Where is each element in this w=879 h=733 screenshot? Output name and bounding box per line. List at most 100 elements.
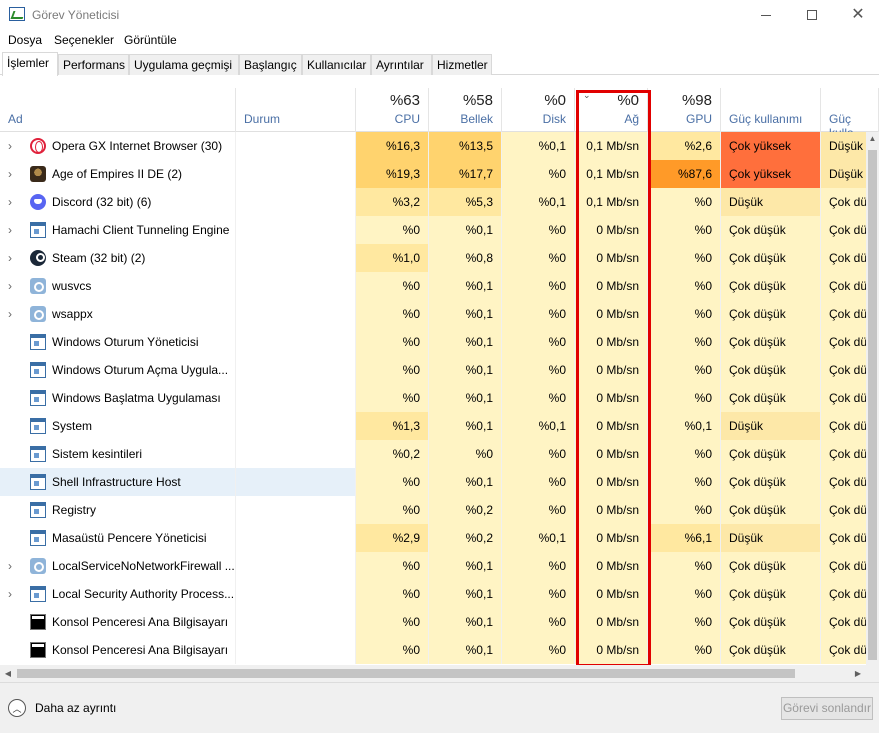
table-row[interactable]: › LocalServiceNoNetworkFirewall ... %0 %0,1… <box>0 552 879 580</box>
tab-services[interactable]: Hizmetler <box>432 54 492 75</box>
table-row[interactable]: Windows Oturum Yöneticisi %0 %0,1 %0 0 Mb/sn… <box>0 328 879 356</box>
chevron-right-icon[interactable]: › <box>8 244 20 272</box>
column-header-power-trend[interactable]: Güç kulla <box>821 88 879 140</box>
chevron-right-icon[interactable]: › <box>8 132 20 160</box>
window-icon <box>30 502 46 518</box>
column-header-disk[interactable]: %0 Disk <box>502 88 575 132</box>
process-name-cell[interactable]: Konsol Penceresi Ana Bilgisayarı <box>0 608 236 636</box>
fewer-details-button[interactable]: ︿ Daha az ayrıntı <box>8 697 116 719</box>
process-name-cell[interactable]: Registry <box>0 496 236 524</box>
process-name-cell[interactable]: Windows Oturum Yöneticisi <box>0 328 236 356</box>
chevron-right-icon[interactable]: › <box>8 300 20 328</box>
disk-cell: %0 <box>502 216 575 244</box>
menu-options[interactable]: Seçenekler <box>54 33 114 47</box>
tab-details[interactable]: Ayrıntılar <box>371 54 432 75</box>
cpu-cell: %0 <box>356 468 429 496</box>
process-name-cell[interactable]: › Opera GX Internet Browser (30) <box>0 132 236 160</box>
process-name-cell[interactable]: Shell Infrastructure Host <box>0 468 236 496</box>
table-row[interactable]: › Age of Empires II DE (2) %19,3 %17,7 %0 0,1… <box>0 160 879 188</box>
chevron-right-icon[interactable]: › <box>8 580 20 608</box>
scroll-left-icon[interactable]: ◀ <box>2 665 14 682</box>
table-row[interactable]: › Local Security Authority Process... %0 %0… <box>0 580 879 608</box>
table-row[interactable]: Masaüstü Pencere Yöneticisi %2,9 %0,2 %0,1 0… <box>0 524 879 552</box>
table-row[interactable]: Shell Infrastructure Host %0 %0,1 %0 0 Mb/sn… <box>0 468 879 496</box>
memory-cell: %0,1 <box>429 412 502 440</box>
disk-cell: %0 <box>502 384 575 412</box>
process-name-cell[interactable]: Masaüstü Pencere Yöneticisi <box>0 524 236 552</box>
column-header-name[interactable]: Ad <box>0 88 236 132</box>
column-header-status[interactable]: Durum <box>236 88 356 132</box>
table-row[interactable]: › Opera GX Internet Browser (30) %16,3 %13,… <box>0 132 879 160</box>
process-name-cell[interactable]: Windows Başlatma Uygulaması <box>0 384 236 412</box>
process-name: Opera GX Internet Browser (30) <box>52 139 223 153</box>
process-name-cell[interactable]: › wusvcs <box>0 272 236 300</box>
process-name-cell[interactable]: Konsol Penceresi Ana Bilgisayarı <box>0 636 236 664</box>
table-row[interactable]: System %1,3 %0,1 %0,1 0 Mb/sn %0,1 Düşük Çok dü <box>0 412 879 440</box>
process-status-cell <box>236 496 356 524</box>
process-name-cell[interactable]: › wsappx <box>0 300 236 328</box>
table-row[interactable]: › Steam (32 bit) (2) %1,0 %0,8 %0 0 Mb/sn %0 Ço… <box>0 244 879 272</box>
column-header-power[interactable]: Güç kullanımı <box>721 88 821 132</box>
chevron-right-icon[interactable]: › <box>8 272 20 300</box>
vertical-scrollbar[interactable]: ▲ <box>866 132 879 665</box>
chevron-right-icon[interactable]: › <box>8 160 20 188</box>
opera-icon <box>30 138 46 154</box>
process-name-cell[interactable]: › Discord (32 bit) (6) <box>0 188 236 216</box>
close-button[interactable]: ✕ <box>835 0 879 30</box>
process-name-cell[interactable]: System <box>0 412 236 440</box>
gpu-cell: %0 <box>648 440 721 468</box>
power-usage-cell: Çok düşük <box>721 356 821 384</box>
process-name-cell[interactable]: › Age of Empires II DE (2) <box>0 160 236 188</box>
table-row[interactable]: › Discord (32 bit) (6) %3,2 %5,3 %0,1 0,1 Mb/… <box>0 188 879 216</box>
table-row[interactable]: Konsol Penceresi Ana Bilgisayarı %0 %0,1 %0… <box>0 608 879 636</box>
memory-cell: %0,1 <box>429 216 502 244</box>
table-row[interactable]: Registry %0 %0,2 %0 0 Mb/sn %0 Çok düşük Çok dü <box>0 496 879 524</box>
gear-icon <box>30 558 46 574</box>
vertical-scrollbar-thumb[interactable] <box>868 150 877 660</box>
table-row[interactable]: Windows Başlatma Uygulaması %0 %0,1 %0 0 Mb/… <box>0 384 879 412</box>
process-name-cell[interactable]: › Local Security Authority Process... <box>0 580 236 608</box>
console-icon <box>30 614 46 630</box>
menu-file[interactable]: Dosya <box>8 33 42 47</box>
process-status-cell <box>236 440 356 468</box>
horizontal-scrollbar[interactable]: ◀ ▶ <box>0 665 879 682</box>
maximize-button[interactable] <box>789 0 835 30</box>
memory-cell: %0,2 <box>429 496 502 524</box>
menu-view[interactable]: Görüntüle <box>124 33 177 47</box>
horizontal-scrollbar-thumb[interactable] <box>17 669 795 678</box>
sort-descending-icon: ⌄ <box>583 90 591 100</box>
disk-cell: %0,1 <box>502 132 575 160</box>
memory-cell: %0,1 <box>429 552 502 580</box>
column-header-cpu[interactable]: %63 CPU <box>356 88 429 132</box>
tab-processes[interactable]: İşlemler <box>2 52 58 76</box>
scroll-right-icon[interactable]: ▶ <box>852 665 864 682</box>
table-row[interactable]: Sistem kesintileri %0,2 %0 %0 0 Mb/sn %0 Çok d… <box>0 440 879 468</box>
table-row[interactable]: › Hamachi Client Tunneling Engine %0 %0,1 %0… <box>0 216 879 244</box>
chevron-right-icon[interactable]: › <box>8 216 20 244</box>
tab-performance[interactable]: Performans <box>58 54 129 75</box>
table-row[interactable]: › wusvcs %0 %0,1 %0 0 Mb/sn %0 Çok düşük Çok dü <box>0 272 879 300</box>
tab-startup[interactable]: Başlangıç <box>239 54 302 75</box>
end-task-button[interactable]: Görevi sonlandır <box>781 697 873 720</box>
process-name-cell[interactable]: › Hamachi Client Tunneling Engine <box>0 216 236 244</box>
process-status-cell <box>236 300 356 328</box>
tab-users[interactable]: Kullanıcılar <box>302 54 371 75</box>
table-row[interactable]: Konsol Penceresi Ana Bilgisayarı %0 %0,1 %0… <box>0 636 879 664</box>
menu-bar: Dosya Seçenekler Görüntüle <box>0 30 879 50</box>
table-row[interactable]: › wsappx %0 %0,1 %0 0 Mb/sn %0 Çok düşük Çok dü <box>0 300 879 328</box>
table-row[interactable]: Windows Oturum Açma Uygula... %0 %0,1 %0 0 M… <box>0 356 879 384</box>
column-header-network[interactable]: ⌄ %0 Ağ <box>575 88 648 132</box>
tab-app-history[interactable]: Uygulama geçmişi <box>129 54 239 75</box>
column-header-gpu[interactable]: %98 GPU <box>648 88 721 132</box>
window-icon <box>30 418 46 434</box>
chevron-right-icon[interactable]: › <box>8 552 20 580</box>
scroll-up-icon[interactable]: ▲ <box>866 132 879 146</box>
process-status-cell <box>236 132 356 160</box>
chevron-right-icon[interactable]: › <box>8 188 20 216</box>
minimize-button[interactable] <box>743 0 789 30</box>
process-name-cell[interactable]: › LocalServiceNoNetworkFirewall ... <box>0 552 236 580</box>
process-name-cell[interactable]: Windows Oturum Açma Uygula... <box>0 356 236 384</box>
column-header-memory[interactable]: %58 Bellek <box>429 88 502 132</box>
process-name-cell[interactable]: Sistem kesintileri <box>0 440 236 468</box>
process-name-cell[interactable]: › Steam (32 bit) (2) <box>0 244 236 272</box>
